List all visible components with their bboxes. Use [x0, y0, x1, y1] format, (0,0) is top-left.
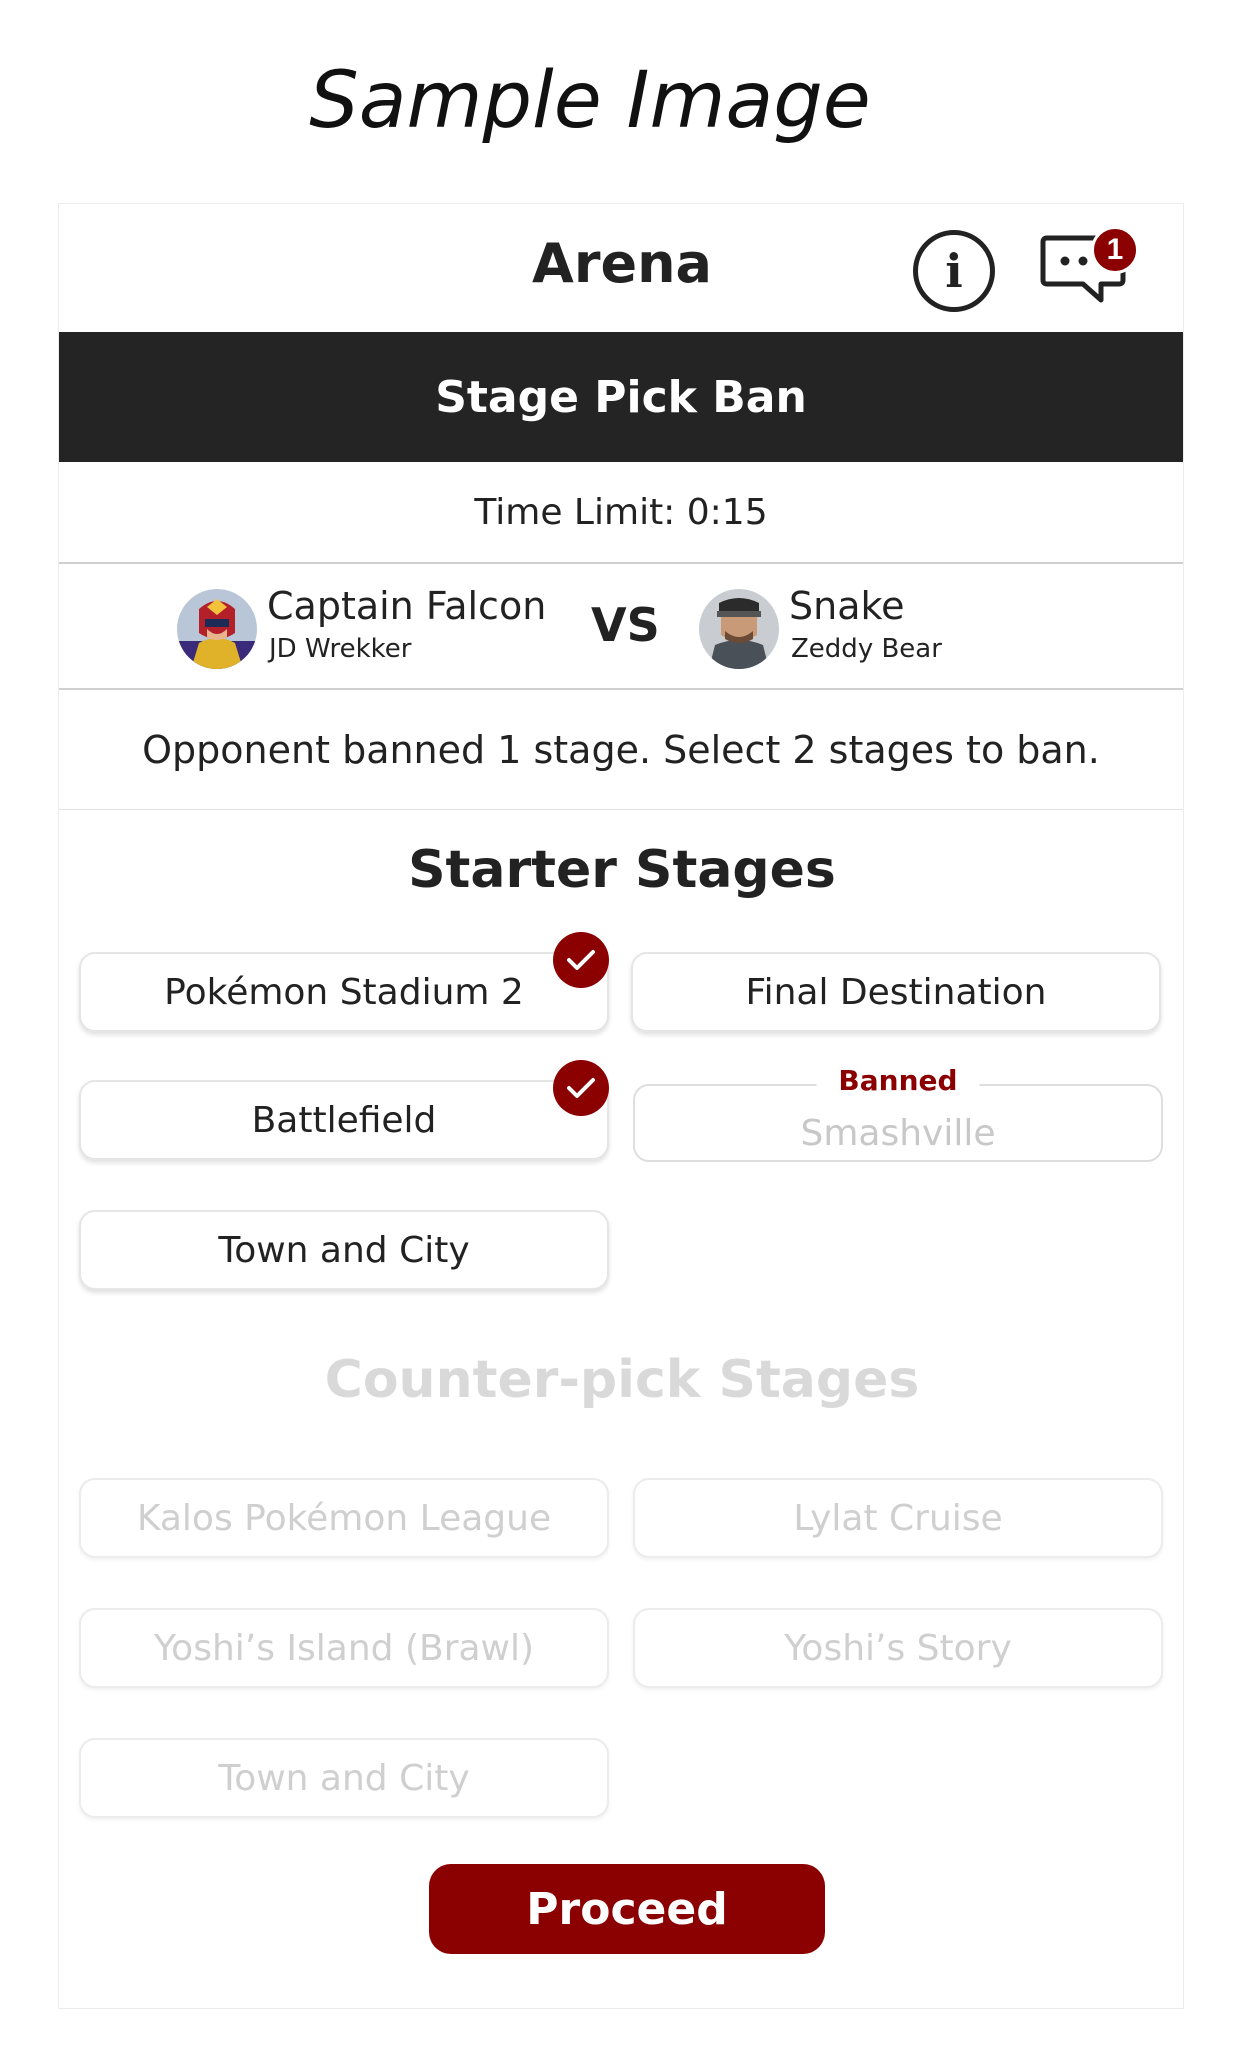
banned-label: Banned [816, 1064, 980, 1097]
time-limit: Time Limit: 0:15 [59, 462, 1183, 564]
top-bar: Arena i 1 [59, 204, 1183, 332]
phase-title: Stage Pick Ban [59, 332, 1183, 462]
check-icon [553, 1060, 609, 1116]
image-caption: Sample Image [309, 56, 871, 146]
stage-smashville: Banned Smashville [633, 1064, 1163, 1162]
stage-label: Lylat Cruise [793, 1497, 1003, 1539]
stage-town-and-city-counterpick: Town and City [79, 1738, 609, 1818]
captain-falcon-avatar [177, 589, 257, 669]
player1-name: JD Wrekker [269, 634, 412, 664]
stage-yoshis-island-brawl: Yoshi’s Island (Brawl) [79, 1608, 609, 1688]
stage-pokemon-stadium-2[interactable]: Pokémon Stadium 2 [79, 932, 609, 1032]
player2-character: Snake [789, 584, 905, 628]
vs-label: VS [591, 598, 660, 652]
snake-avatar [699, 589, 779, 669]
player1-character: Captain Falcon [267, 584, 547, 628]
notification-badge: 1 [1091, 226, 1139, 274]
stage-lylat-cruise: Lylat Cruise [633, 1478, 1163, 1558]
stage-label: Pokémon Stadium 2 [164, 971, 524, 1013]
stage-label: Town and City [218, 1757, 470, 1799]
starter-stages-title: Starter Stages [408, 840, 836, 900]
chat-button[interactable]: 1 [1039, 226, 1139, 314]
ban-instruction: Opponent banned 1 stage. Select 2 stages… [59, 690, 1183, 810]
stage-label: Kalos Pokémon League [136, 1497, 552, 1539]
stage-label: Smashville [800, 1112, 996, 1154]
stage-kalos-pokemon-league: Kalos Pokémon League [79, 1478, 609, 1558]
check-icon [553, 932, 609, 988]
stage-town-and-city[interactable]: Town and City [79, 1210, 609, 1290]
pick-ban-card: Arena i 1 Stage Pick Ban Time Limit: 0:1… [58, 203, 1184, 2009]
info-icon[interactable]: i [913, 230, 995, 312]
stage-label: Town and City [218, 1229, 470, 1271]
stage-label: Battlefield [251, 1099, 437, 1141]
player2-name: Zeddy Bear [791, 634, 942, 664]
proceed-button[interactable]: Proceed [429, 1864, 825, 1954]
arena-title: Arena [532, 232, 712, 295]
stage-final-destination[interactable]: Final Destination [631, 952, 1161, 1032]
stage-yoshis-story: Yoshi’s Story [633, 1608, 1163, 1688]
counterpick-stages-title: Counter-pick Stages [324, 1350, 920, 1410]
stage-label: Final Destination [745, 971, 1047, 1013]
stage-battlefield[interactable]: Battlefield [79, 1060, 609, 1160]
stage-label: Yoshi’s Island (Brawl) [153, 1627, 535, 1669]
stage-label: Yoshi’s Story [784, 1627, 1012, 1669]
matchup-row: Captain Falcon JD Wrekker VS Snake Zeddy… [59, 564, 1183, 690]
